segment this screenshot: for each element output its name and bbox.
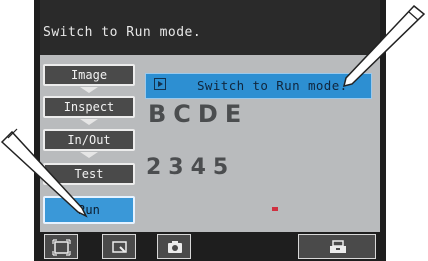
save-button[interactable]	[298, 234, 376, 259]
popup-label: Switch to Run mode.	[197, 78, 348, 93]
zoom-button[interactable]	[102, 234, 136, 259]
capture-button[interactable]	[157, 234, 191, 259]
switch-to-run-popup[interactable]: Switch to Run mode.	[146, 74, 371, 98]
zoom-icon	[112, 241, 127, 253]
menu-image-button[interactable]: Image	[43, 64, 135, 86]
camera-image-text-line2: 2345	[146, 155, 236, 180]
chevron-down-icon	[80, 119, 98, 125]
save-icon	[330, 240, 346, 253]
frame-icon	[52, 239, 71, 256]
camera-icon	[168, 241, 182, 253]
menu-inout-button[interactable]: In/Out	[43, 129, 135, 151]
message-text: Switch to Run mode.	[43, 25, 202, 40]
screen: Switch to Run mode. BCDE 2345 Image Insp…	[40, 0, 380, 232]
chevron-down-icon	[80, 87, 98, 93]
camera-image-text-line1: BCDE	[148, 100, 249, 128]
message-bar: Switch to Run mode.	[40, 0, 380, 55]
frame-button[interactable]	[44, 234, 78, 259]
menu-inspect-button[interactable]: Inspect	[43, 96, 135, 118]
menu-test-button[interactable]: Test	[43, 163, 135, 185]
chevron-down-icon	[80, 152, 98, 158]
measurement-marker	[272, 207, 278, 211]
menu-run-button[interactable]: Run	[43, 196, 135, 224]
play-icon	[154, 78, 166, 90]
